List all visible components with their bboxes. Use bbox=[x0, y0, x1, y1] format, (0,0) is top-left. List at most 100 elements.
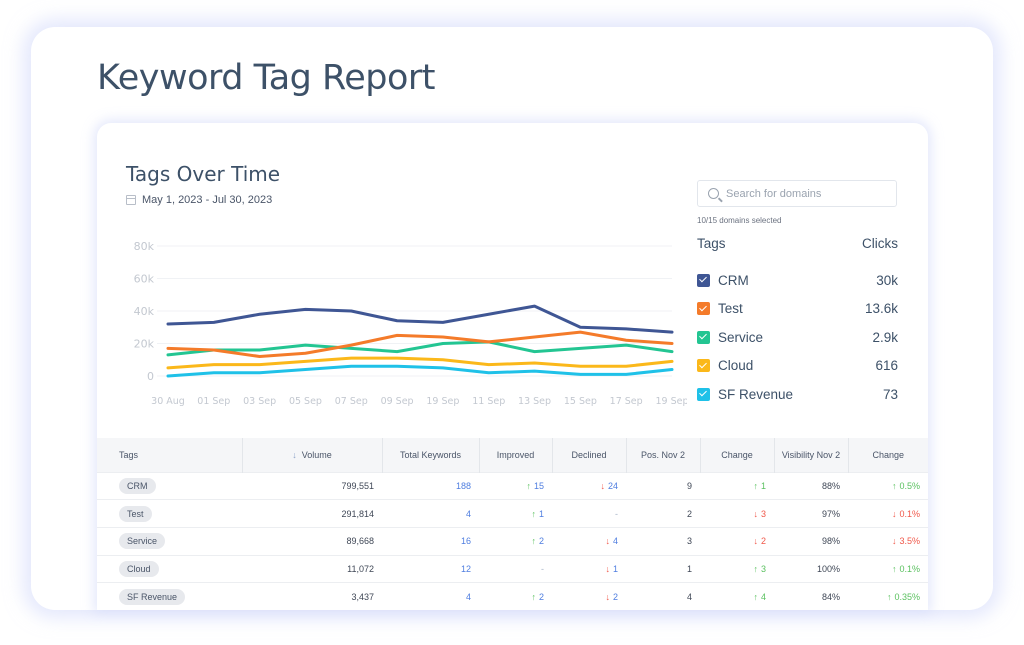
y-tick-label: 60k bbox=[134, 273, 155, 286]
arrow-down-icon: ↓ bbox=[600, 480, 605, 491]
cell-total-keywords[interactable]: 16 bbox=[382, 526, 479, 556]
total-keywords-link[interactable]: 16 bbox=[461, 536, 471, 546]
cell-tag: SF Revenue bbox=[97, 582, 242, 610]
cell-position: 1 bbox=[626, 554, 700, 583]
header-improved[interactable]: Improved bbox=[479, 438, 553, 472]
legend-label: Service bbox=[718, 329, 764, 345]
legend-header-clicks: Clicks bbox=[862, 236, 898, 251]
value: 0.5% bbox=[899, 480, 920, 491]
legend-label: SF Revenue bbox=[718, 386, 794, 402]
tag-pill[interactable]: SF Revenue bbox=[119, 588, 186, 605]
arrow-down-icon: ↓ bbox=[605, 563, 610, 574]
value: 15 bbox=[533, 480, 544, 491]
search-input[interactable] bbox=[726, 187, 886, 200]
legend-item: Cloud 616 bbox=[697, 352, 898, 381]
header-visibility-change[interactable]: Change bbox=[848, 438, 928, 472]
cell-declined[interactable]: ↓ 1 bbox=[552, 554, 626, 583]
legend-toggle[interactable]: Service bbox=[697, 330, 763, 345]
y-tick-label: 80k bbox=[134, 240, 155, 253]
cell-improved[interactable]: ↑ 2 bbox=[479, 582, 552, 610]
checkbox-checked-icon[interactable] bbox=[697, 273, 710, 287]
cell-volume: 89,668 bbox=[242, 526, 382, 556]
cell-total-keywords[interactable]: 12 bbox=[382, 554, 479, 583]
tag-pill[interactable]: Test bbox=[119, 505, 152, 522]
total-keywords-link[interactable]: 4 bbox=[466, 592, 471, 602]
cell-position-change: ↑ 1 bbox=[700, 471, 774, 500]
total-keywords-link[interactable]: 12 bbox=[461, 564, 471, 574]
legend-clicks: 73 bbox=[882, 386, 898, 402]
cell-total-keywords[interactable]: 4 bbox=[382, 499, 479, 528]
header-volume[interactable]: ↓ Volume bbox=[242, 438, 383, 472]
table-row[interactable]: SF Revenue 3,437 4 ↑ 2 ↓ 2 4 ↑ 4 84% ↑ 0.35% bbox=[97, 582, 928, 610]
cell-improved[interactable]: ↑ 15 bbox=[479, 471, 552, 500]
date-range[interactable]: May 1, 2023 - Jul 30, 2023 bbox=[126, 194, 272, 206]
legend-header-tags: Tags bbox=[697, 236, 726, 251]
table-row[interactable]: Service 89,668 16 ↑ 2 ↓ 4 3 ↓ 2 98% ↓ 3.5% bbox=[97, 526, 928, 556]
table-header-row: Tags ↓ Volume Total Keywords Improved De… bbox=[97, 438, 928, 472]
sort-down-icon: ↓ bbox=[292, 449, 297, 460]
table-row[interactable]: Cloud 11,072 12 - ↓ 1 1 ↑ 3 100% ↑ 0.1% bbox=[97, 554, 928, 583]
cell-visibility: 88% bbox=[774, 471, 848, 500]
checkbox-checked-icon[interactable] bbox=[697, 302, 710, 316]
arrow-down-icon: ↓ bbox=[753, 508, 758, 519]
tag-pill[interactable]: Cloud bbox=[119, 560, 159, 577]
checkbox-checked-icon[interactable] bbox=[697, 330, 710, 344]
date-range-text: May 1, 2023 - Jul 30, 2023 bbox=[142, 194, 273, 206]
legend-toggle[interactable]: Cloud bbox=[697, 358, 753, 373]
header-visibility[interactable]: Visibility Nov 2 bbox=[774, 438, 849, 472]
table-row[interactable]: Test 291,814 4 ↑ 1 - 2 ↓ 3 97% ↓ 0.1% bbox=[97, 499, 928, 528]
series-line-test bbox=[166, 330, 674, 358]
cell-volume: 291,814 bbox=[242, 499, 382, 528]
x-tick-label: 11 Sep bbox=[472, 396, 505, 407]
cell-declined[interactable]: ↓ 4 bbox=[552, 526, 626, 556]
value: 3.5% bbox=[899, 536, 920, 547]
cell-total-keywords[interactable]: 188 bbox=[382, 471, 479, 500]
value: 3 bbox=[760, 508, 766, 519]
header-tags[interactable]: Tags bbox=[97, 438, 243, 472]
legend-toggle[interactable]: SF Revenue bbox=[697, 387, 793, 402]
header-position-change[interactable]: Change bbox=[700, 438, 775, 472]
header-total-keywords[interactable]: Total Keywords bbox=[382, 438, 480, 472]
cell-tag: Service bbox=[97, 526, 242, 556]
cell-total-keywords[interactable]: 4 bbox=[382, 582, 479, 610]
header-declined[interactable]: Declined bbox=[552, 438, 627, 472]
cell-improved[interactable]: ↑ 1 bbox=[479, 499, 552, 528]
tag-pill[interactable]: CRM bbox=[119, 477, 156, 494]
selected-count: 10/15 domains selected bbox=[697, 216, 782, 225]
x-tick-label: 17 Sep bbox=[610, 396, 643, 407]
value: 0.1% bbox=[899, 508, 920, 519]
checkbox-checked-icon[interactable] bbox=[697, 359, 710, 373]
arrow-down-icon: ↓ bbox=[891, 536, 897, 547]
tags-table: Tags ↓ Volume Total Keywords Improved De… bbox=[97, 438, 928, 610]
legend-toggle[interactable]: Test bbox=[697, 301, 743, 316]
cell-improved[interactable]: - bbox=[479, 554, 552, 583]
line-chart: 0 20k 40k 60k 80k 30 Aug 01 Sep 03 Sep 05 Sep 07 … bbox=[134, 240, 687, 407]
value: 1 bbox=[760, 480, 766, 491]
total-keywords-link[interactable]: 4 bbox=[466, 509, 471, 519]
cell-improved[interactable]: ↑ 2 bbox=[479, 526, 552, 556]
header-position[interactable]: Pos. Nov 2 bbox=[626, 438, 701, 472]
arrow-down-icon: ↓ bbox=[605, 536, 610, 547]
value: 0.35% bbox=[894, 591, 920, 602]
legend-item: CRM 30k bbox=[697, 266, 898, 295]
cell-declined[interactable]: ↓ 24 bbox=[552, 471, 626, 500]
cell-visibility: 84% bbox=[774, 582, 848, 610]
value: 24 bbox=[607, 480, 618, 491]
value: 0.1% bbox=[899, 563, 920, 574]
cell-position: 2 bbox=[626, 499, 700, 528]
checkbox-checked-icon[interactable] bbox=[697, 387, 710, 401]
cell-declined[interactable]: ↓ 2 bbox=[552, 582, 626, 610]
legend-item: SF Revenue 73 bbox=[697, 380, 898, 409]
tag-pill[interactable]: Service bbox=[119, 533, 166, 550]
total-keywords-link[interactable]: 188 bbox=[456, 481, 471, 491]
cell-position: 4 bbox=[626, 582, 700, 610]
legend-toggle[interactable]: CRM bbox=[697, 273, 749, 288]
cell-declined[interactable]: - bbox=[552, 499, 626, 528]
cell-volume: 3,437 bbox=[242, 582, 382, 610]
cell-visibility-change: ↑ 0.35% bbox=[848, 582, 928, 610]
cell-tag: CRM bbox=[97, 471, 242, 500]
value: 2 bbox=[538, 536, 544, 547]
domain-search[interactable] bbox=[697, 180, 897, 207]
table-row[interactable]: CRM 799,551 188 ↑ 15 ↓ 24 9 ↑ 1 88% ↑ 0.5% bbox=[97, 471, 928, 500]
value: 2 bbox=[538, 591, 544, 602]
